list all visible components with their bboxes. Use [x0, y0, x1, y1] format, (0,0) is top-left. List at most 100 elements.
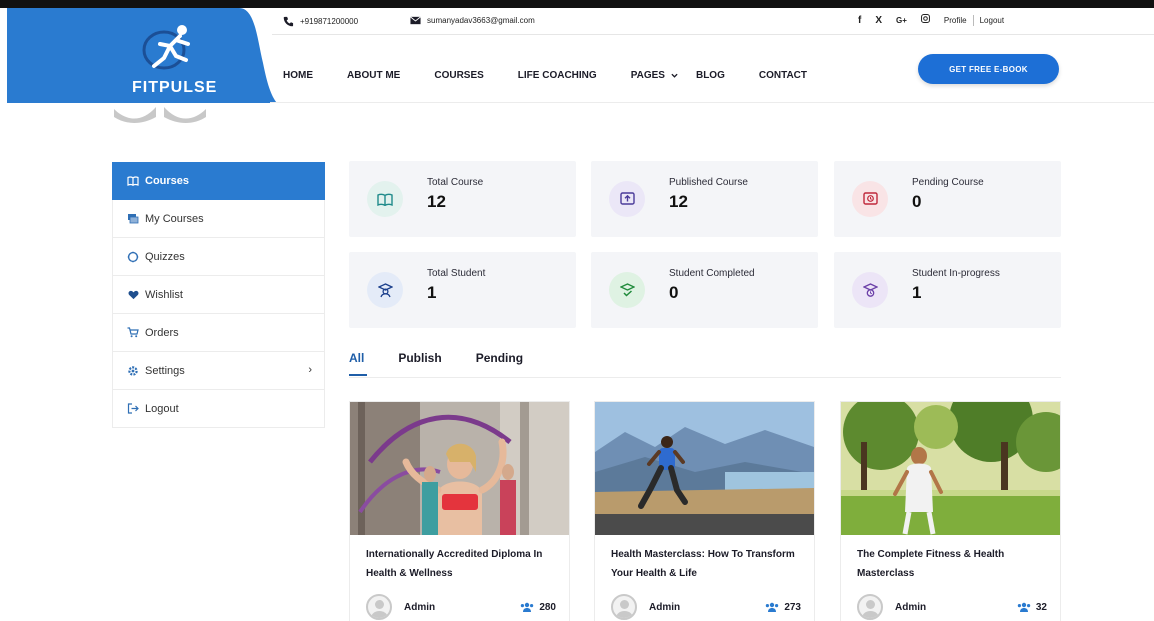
logout-link[interactable]: Logout — [980, 16, 1004, 25]
course-title[interactable]: The Complete Fitness & Health Masterclas… — [857, 545, 1052, 583]
course-card[interactable]: Health Masterclass: How To Transform You… — [594, 401, 815, 621]
sidebar-item-wishlist[interactable]: Wishlist — [112, 276, 325, 314]
student-count: 273 — [765, 602, 801, 613]
nav-life-coaching[interactable]: LIFE COACHING — [518, 70, 597, 81]
stat-card-published-course: Published Course 12 — [591, 161, 818, 237]
phone-icon — [283, 16, 294, 27]
course-title[interactable]: Internationally Accredited Diploma In He… — [366, 545, 561, 583]
course-meta: Admin 280 — [366, 594, 556, 620]
stat-card-student-completed: Student Completed 0 — [591, 252, 818, 328]
sidebar-item-label: Logout — [145, 402, 179, 415]
tabs-divider — [349, 377, 1061, 378]
top-edge-bar — [0, 0, 1154, 8]
email-address: sumanyadav3663@gmail.com — [427, 16, 535, 25]
stat-label: Student Completed — [669, 268, 755, 279]
student-count-value: 273 — [784, 601, 801, 613]
course-tabs: All Publish Pending — [349, 351, 557, 365]
nav-home[interactable]: HOME — [283, 70, 313, 81]
sidebar-item-label: Settings — [145, 364, 185, 377]
avatar — [611, 594, 637, 620]
get-free-ebook-button[interactable]: GET FREE E-BOOK — [918, 54, 1059, 84]
chevron-right-icon: › — [308, 364, 312, 376]
stat-label: Total Student — [427, 268, 486, 279]
course-thumbnail[interactable] — [595, 402, 814, 535]
stat-label: Published Course — [669, 177, 748, 188]
sidebar-item-courses[interactable]: Courses — [112, 162, 325, 200]
student-count: 280 — [520, 602, 556, 613]
nav-about-me[interactable]: ABOUT ME — [347, 70, 400, 81]
sidebar-item-label: Quizzes — [145, 250, 185, 263]
student-count-value: 280 — [539, 601, 556, 613]
book-publish-icon — [609, 181, 645, 217]
nav-pages[interactable]: PAGES — [631, 70, 678, 81]
sidebar-item-quizzes[interactable]: Quizzes — [112, 238, 325, 276]
brand-name: FITPULSE — [132, 79, 218, 96]
nav-courses[interactable]: COURSES — [434, 70, 483, 81]
stat-value: 0 — [912, 192, 922, 211]
sidebar-item-orders[interactable]: Orders — [112, 314, 325, 352]
profile-link[interactable]: Profile — [944, 16, 967, 25]
phone-number: +919871200000 — [300, 17, 359, 26]
sidebar-item-logout[interactable]: Logout — [112, 390, 325, 428]
header-divider — [270, 102, 1154, 103]
students-icon — [1017, 602, 1031, 612]
email-icon — [410, 16, 421, 25]
course-card[interactable]: Internationally Accredited Diploma In He… — [349, 401, 570, 621]
cart-icon — [127, 327, 139, 339]
course-thumbnail[interactable] — [841, 402, 1060, 535]
student-icon — [367, 272, 403, 308]
course-meta: Admin 273 — [611, 594, 801, 620]
dashboard-sidebar: Courses My Courses Quizzes Wishlist Orde… — [112, 162, 325, 428]
nav-contact[interactable]: CONTACT — [759, 70, 807, 81]
avatar — [857, 594, 883, 620]
contact-email[interactable]: sumanyadav3663@gmail.com — [410, 16, 535, 25]
brand-shadow-decoration — [114, 107, 206, 123]
student-progress-icon — [852, 272, 888, 308]
chevron-down-icon — [671, 73, 678, 78]
stat-card-pending-course: Pending Course 0 — [834, 161, 1061, 237]
student-completed-icon — [609, 272, 645, 308]
sidebar-item-label: Wishlist — [145, 288, 183, 301]
stat-value: 1 — [427, 283, 437, 302]
avatar — [366, 594, 392, 620]
course-author: Admin — [895, 601, 927, 613]
logout-icon — [127, 403, 139, 415]
students-icon — [521, 602, 534, 612]
active-tab-indicator — [349, 374, 367, 376]
sidebar-item-settings[interactable]: Settings › — [112, 352, 325, 390]
runner-logo-icon — [142, 25, 190, 70]
brand-panel[interactable]: FITPULSE — [7, 8, 277, 103]
facebook-icon[interactable]: f — [858, 15, 861, 26]
student-count-value: 32 — [1035, 601, 1047, 613]
contact-bar-divider — [272, 34, 1154, 35]
course-title[interactable]: Health Masterclass: How To Transform You… — [611, 545, 806, 583]
x-icon[interactable]: X — [875, 15, 882, 26]
stat-value: 0 — [669, 283, 679, 302]
sidebar-item-my-courses[interactable]: My Courses — [112, 200, 325, 238]
book-open-icon — [127, 175, 139, 187]
stat-value: 12 — [669, 192, 688, 211]
contact-phone[interactable]: +919871200000 — [283, 16, 358, 27]
course-card[interactable]: The Complete Fitness & Health Masterclas… — [840, 401, 1061, 621]
link-separator — [972, 14, 974, 26]
tab-publish[interactable]: Publish — [398, 351, 441, 365]
course-author: Admin — [404, 601, 436, 613]
course-meta: Admin 32 — [857, 594, 1047, 620]
tab-all[interactable]: All — [349, 351, 364, 365]
stat-label: Pending Course — [912, 177, 984, 188]
courses-stack-icon — [127, 213, 139, 225]
course-thumbnail[interactable] — [350, 402, 569, 535]
stat-card-student-in-progress: Student In-progress 1 — [834, 252, 1061, 328]
tab-pending[interactable]: Pending — [476, 351, 523, 365]
sidebar-item-label: Orders — [145, 326, 179, 339]
stat-value: 12 — [427, 192, 446, 211]
main-nav: HOME ABOUT ME COURSES LIFE COACHING PAGE… — [283, 70, 841, 81]
nav-blog[interactable]: BLOG — [696, 70, 725, 81]
google-plus-icon[interactable]: G+ — [896, 16, 907, 25]
stat-label: Total Course — [427, 177, 484, 188]
stat-label: Student In-progress — [912, 268, 1000, 279]
students-icon — [766, 602, 779, 612]
instagram-icon[interactable] — [920, 14, 930, 26]
course-author: Admin — [649, 601, 681, 613]
quiz-icon — [127, 251, 139, 263]
